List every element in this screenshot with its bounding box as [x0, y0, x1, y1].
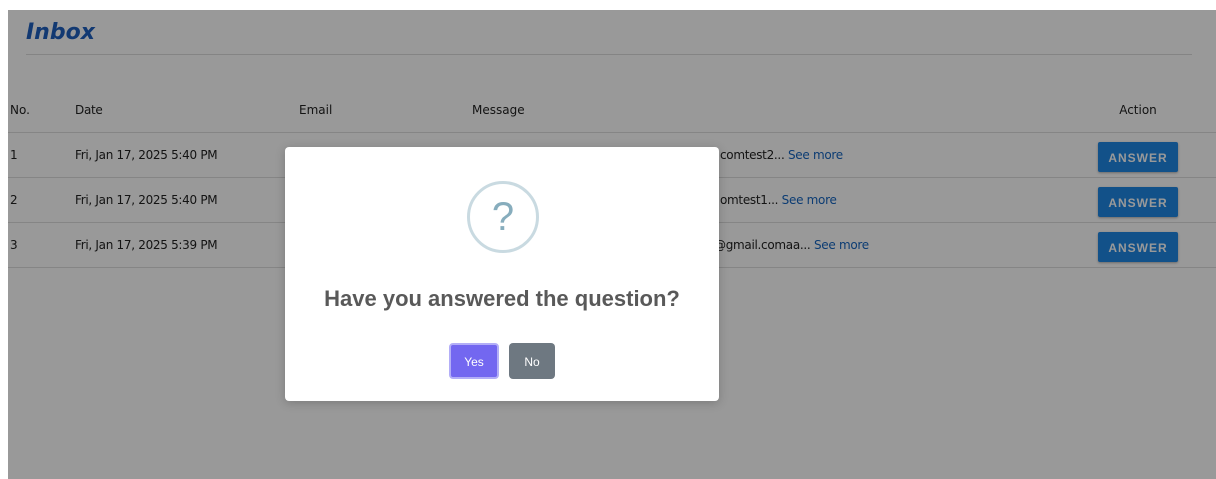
question-icon: ? — [467, 181, 539, 253]
page: Inbox No. Date Email Message Action 1 Fr… — [8, 10, 1216, 479]
yes-button[interactable]: Yes — [449, 343, 499, 379]
no-button[interactable]: No — [509, 343, 555, 379]
dialog-title: Have you answered the question? — [324, 286, 680, 311]
confirm-dialog: ? Have you answered the question? Yes No — [285, 147, 719, 401]
